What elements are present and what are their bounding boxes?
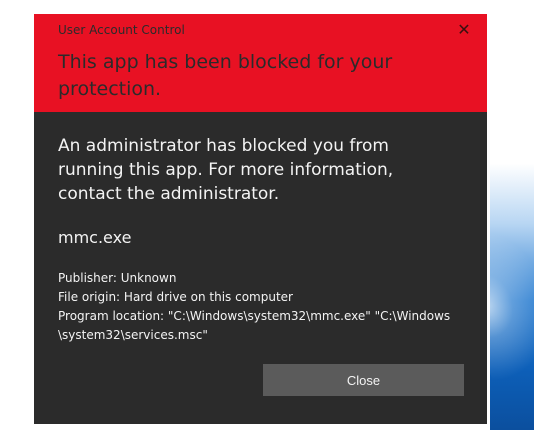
file-origin-text: File origin: Hard drive on this computer [58,290,293,304]
close-button[interactable]: Close [263,364,464,396]
dialog-header: User Account Control ✕ This app has been… [34,14,487,112]
desktop-background [490,0,534,430]
app-name: mmc.exe [58,228,132,247]
window-title: User Account Control [58,23,185,37]
page: User Account Control ✕ This app has been… [0,0,534,430]
blocked-message: An administrator has blocked you from ru… [58,136,394,204]
publisher-text: Publisher: Unknown [58,271,177,285]
program-location-line-1: Program location: "C:\Windows\system32\m… [58,309,451,323]
dialog-heading: This app has been blocked for your prote… [58,51,393,100]
program-location-line-2: \system32\services.msc" [58,328,208,342]
close-icon[interactable]: ✕ [452,18,476,42]
uac-dialog: User Account Control ✕ This app has been… [34,14,487,424]
app-details: Publisher: Unknown File origin: Hard dri… [58,269,478,345]
